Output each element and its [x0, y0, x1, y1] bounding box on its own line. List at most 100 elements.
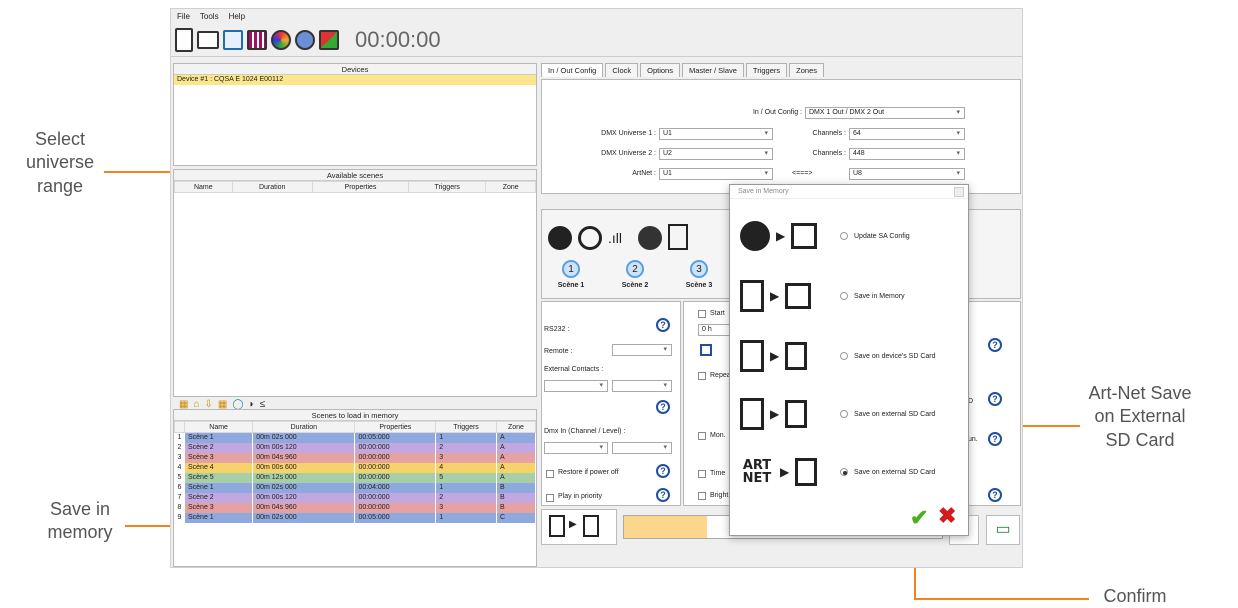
radio-save-memory[interactable]	[840, 292, 848, 300]
menu-tools[interactable]: Tools	[200, 12, 219, 21]
tab-zones[interactable]: Zones	[789, 63, 825, 77]
progress-fill	[624, 516, 707, 538]
artnet-from-select[interactable]: U1	[659, 168, 773, 180]
priority-checkbox[interactable]	[546, 494, 554, 502]
col-triggers[interactable]: Triggers	[408, 181, 487, 193]
radio-save-external-sd[interactable]	[840, 410, 848, 418]
bright-checkbox[interactable]	[698, 492, 706, 500]
scene-button[interactable]: 3 Scène 3	[674, 260, 724, 289]
dialog-close-button[interactable]	[954, 187, 964, 197]
new-file-icon[interactable]	[175, 27, 193, 52]
tab-master-slave[interactable]: Master / Slave	[681, 63, 744, 77]
device-row-selected[interactable]: Device #1 : CQSA E 1024 E00112	[174, 75, 536, 85]
save-icon[interactable]	[223, 29, 243, 50]
remote-select[interactable]	[612, 344, 672, 356]
row-index: 9	[174, 512, 185, 523]
rs232-label: RS232 :	[544, 326, 570, 333]
label-save-memory: Save in Memory	[854, 292, 905, 300]
cube-icon[interactable]	[319, 29, 339, 50]
mem-col-triggers[interactable]: Triggers	[435, 421, 497, 433]
col-zone[interactable]: Zone	[485, 181, 536, 193]
grid-icon[interactable]	[247, 29, 267, 50]
repeat-checkbox[interactable]	[698, 372, 706, 380]
tab-options[interactable]: Options	[640, 63, 680, 77]
mem-col-duration[interactable]: Duration	[252, 421, 356, 433]
help-icon-ext[interactable]: ?	[656, 400, 670, 414]
scene-label: Scène 2	[621, 282, 649, 289]
help-icon-rs232[interactable]: ?	[656, 318, 670, 332]
help-icon-sched-4[interactable]: ?	[988, 488, 1002, 502]
col-properties[interactable]: Properties	[311, 181, 410, 193]
help-icon-sched-3[interactable]: ?	[988, 432, 1002, 446]
memory-row[interactable]: 8 Scène 3 00m 04s 960 00:00:000 3 B	[174, 502, 537, 513]
palette-tool-icon[interactable]	[638, 226, 662, 250]
file-tool-icon[interactable]	[668, 224, 688, 250]
play-icon[interactable]	[548, 226, 572, 250]
option-artnet-external-sd[interactable]: ART NET ▶ Save on external SD Card	[740, 447, 960, 497]
mem-col-properties[interactable]: Properties	[354, 421, 437, 433]
artnet-to-select[interactable]: U8	[849, 168, 965, 180]
ch2-select[interactable]: 448	[849, 148, 965, 160]
dmxin-select-1[interactable]	[544, 442, 608, 454]
tab-inout-config[interactable]: In / Out Config	[541, 63, 604, 77]
priority-label: Play in priority	[558, 493, 602, 500]
ch1-select[interactable]: 64	[849, 128, 965, 140]
help-icon-priority[interactable]: ?	[656, 488, 670, 502]
help-icon-sched-2[interactable]: ?	[988, 392, 1002, 406]
devices-panel: Devices Device #1 : CQSA E 1024 E00112	[173, 63, 537, 166]
memory-row[interactable]: 1 Scène 1 00m 02s 000 00:05:000 1 A	[174, 432, 537, 443]
row-index: 7	[174, 492, 185, 503]
start-checkbox[interactable]	[698, 310, 706, 318]
option-save-external-sd[interactable]: ▶ Save on external SD Card	[740, 389, 960, 439]
tab-clock[interactable]: Clock	[605, 63, 639, 77]
network-icon[interactable]	[295, 29, 315, 50]
memory-row[interactable]: 4 Scène 4 00m 00s 600 00:00:000 4 A	[174, 462, 537, 473]
tab-triggers[interactable]: Triggers	[745, 63, 788, 77]
radio-save-device-sd[interactable]	[840, 352, 848, 360]
radio-artnet-external-sd[interactable]	[840, 468, 848, 476]
memory-row[interactable]: 7 Scène 2 00m 00s 120 00:00:000 2 B	[174, 492, 537, 503]
laptop-button[interactable]: ▭	[986, 515, 1020, 545]
confirm-check-icon[interactable]: ✔	[910, 505, 928, 531]
help-icon-restore[interactable]: ?	[656, 464, 670, 478]
memory-row[interactable]: 2 Scène 2 00m 00s 120 00:00:000 2 A	[174, 442, 537, 453]
memory-row[interactable]: 9 Scène 1 00m 02s 000 00:05:000 1 C	[174, 512, 537, 523]
scene-button[interactable]: 2 Scène 2	[610, 260, 660, 289]
inout-select[interactable]: DMX 1 Out / DMX 2 Out	[805, 107, 965, 119]
mon-checkbox[interactable]	[698, 432, 706, 440]
col-name[interactable]: Name	[174, 181, 233, 193]
mem-col-zone[interactable]: Zone	[495, 421, 537, 433]
ext-select-2[interactable]	[612, 380, 672, 392]
calendar-icon[interactable]	[700, 344, 712, 356]
scene-properties: 00:00:000	[354, 492, 437, 503]
memory-row[interactable]: 3 Scène 3 00m 04s 960 00:00:000 3 A	[174, 452, 537, 463]
option-save-memory[interactable]: ▶ Save in Memory	[740, 271, 960, 321]
menu-file[interactable]: File	[177, 12, 190, 21]
u1-select[interactable]: U1	[659, 128, 773, 140]
radio-update-sa[interactable]	[840, 232, 848, 240]
dmxin-select-2[interactable]	[612, 442, 672, 454]
ext-select-1[interactable]	[544, 380, 608, 392]
scene-button[interactable]: 1 Scène 1	[546, 260, 596, 289]
menu-help[interactable]: Help	[229, 12, 245, 21]
file-icon	[740, 398, 764, 430]
save-arrow-icon: ▶	[569, 519, 577, 530]
col-duration[interactable]: Duration	[231, 181, 313, 193]
mem-col-name[interactable]: Name	[183, 421, 254, 433]
memory-row[interactable]: 6 Scène 1 00m 02s 000 00:04:000 1 B	[174, 482, 537, 493]
option-update-sa-config[interactable]: ▶ Update SA Config	[740, 211, 960, 261]
open-folder-icon[interactable]	[197, 30, 219, 49]
time-checkbox[interactable]	[698, 470, 706, 478]
restore-checkbox[interactable]	[546, 470, 554, 478]
palette-icon[interactable]	[271, 29, 291, 50]
u2-select[interactable]: U2	[659, 148, 773, 160]
speed-icon[interactable]	[578, 226, 602, 250]
level-icon[interactable]: .ıll	[608, 230, 622, 246]
option-save-device-sd[interactable]: ▶ Save on device's SD Card	[740, 331, 960, 381]
help-icon-sched-1[interactable]: ?	[988, 338, 1002, 352]
scene-properties: 00:05:000	[354, 512, 437, 523]
artnet-arrow: <===>	[792, 170, 813, 177]
memory-row[interactable]: 5 Scène 5 00m 12s 000 00:00:000 5 A	[174, 472, 537, 483]
save-sdcard-icon	[583, 515, 599, 537]
cancel-x-icon[interactable]: ✖	[938, 503, 956, 529]
